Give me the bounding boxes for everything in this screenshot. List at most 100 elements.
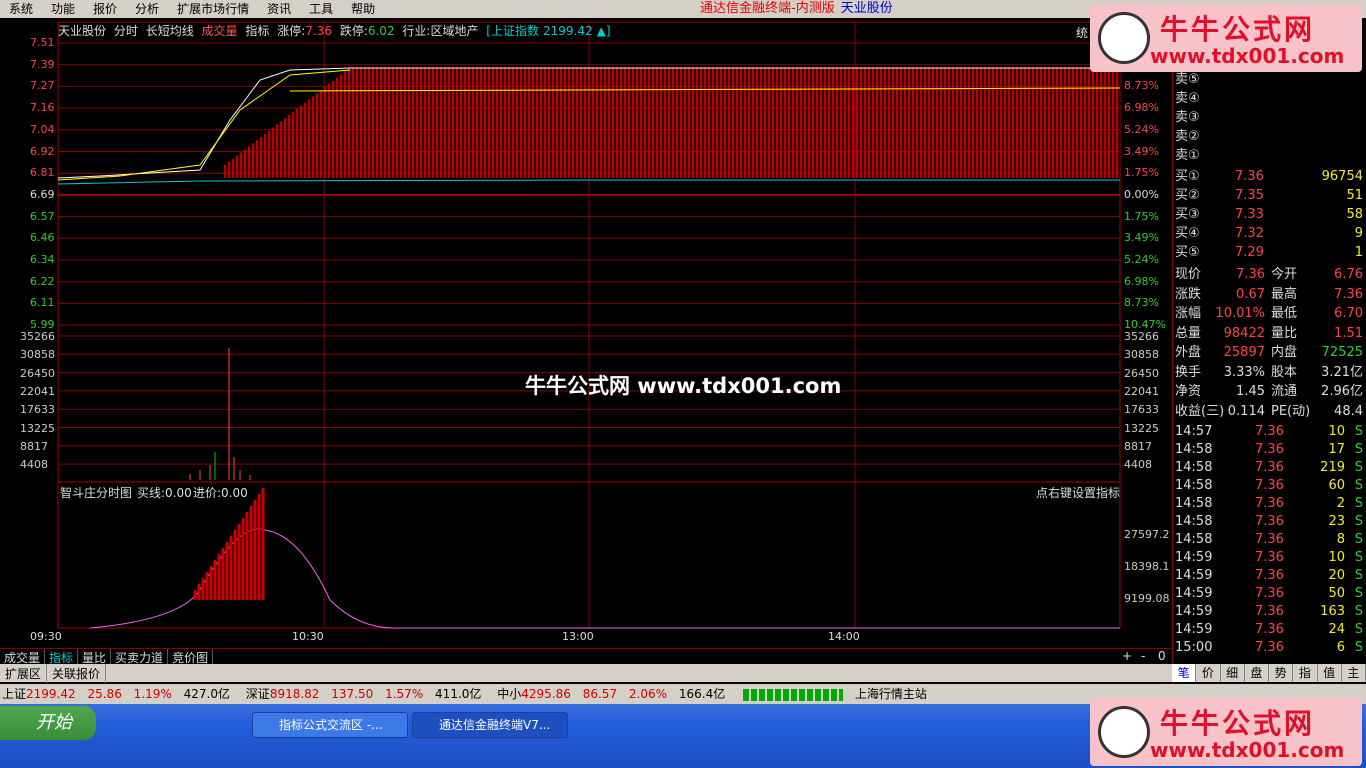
side-tab-4[interactable]: 势 xyxy=(1269,664,1294,682)
quote-label: 外盘 xyxy=(1175,345,1202,360)
tick-price: 7.36 xyxy=(1255,568,1284,583)
zoom-zero[interactable]: 0 xyxy=(1158,649,1166,663)
price-tick: 6.11 xyxy=(30,296,55,310)
buy-level-label: 买② xyxy=(1175,188,1200,203)
tick-side: S xyxy=(1354,640,1363,655)
quote-value: 0.67 xyxy=(1236,286,1265,302)
intraday-chart[interactable] xyxy=(0,0,1172,648)
tick-volume: 17 xyxy=(1328,442,1345,457)
header-item-ma[interactable]: 长短均线 xyxy=(146,24,194,38)
buy-level[interactable]: 买④ 7.32 9 xyxy=(1175,224,1365,243)
side-tab-7[interactable]: 主 xyxy=(1342,664,1366,682)
indicator-tick: 27597.2 xyxy=(1124,528,1170,541)
sh-value: 2199.42 xyxy=(26,687,76,701)
zoom-plus[interactable]: + xyxy=(1122,649,1132,663)
tick-price: 7.36 xyxy=(1255,550,1284,565)
quote-panel: 卖⑤ 卖④ 卖③ 卖② 卖① 买① 7.36 96754 买② 7.35 51 买③ 7.33 58 买④ 7… xyxy=(1172,70,1366,684)
buy-level-label: 买④ xyxy=(1175,226,1200,241)
tick-row: 14:58 7.36 219 S xyxy=(1175,458,1365,477)
indicator-title: 智斗庄分时图 xyxy=(60,486,133,500)
quote-value: 3.33% xyxy=(1223,364,1265,380)
quote-value: 7.36 xyxy=(1236,267,1265,282)
top-right-label: 统 xyxy=(1076,26,1089,40)
volume-tick-right: 4408 xyxy=(1124,458,1152,472)
tick-side: S xyxy=(1354,568,1363,583)
tick-price: 7.36 xyxy=(1255,604,1284,619)
industry-label: 行业:区域地产 xyxy=(402,24,479,38)
volume-tick-left: 35266 xyxy=(20,330,55,343)
zoom-minus[interactable]: - xyxy=(1141,649,1145,663)
header-item-indicator[interactable]: 指标 xyxy=(245,24,269,38)
tick-row: 14:58 7.36 23 S xyxy=(1175,512,1365,531)
buy-level[interactable]: 买⑤ 7.29 1 xyxy=(1175,243,1365,262)
tab-ext-0[interactable]: 扩展区 xyxy=(0,664,48,683)
tick-side: S xyxy=(1354,460,1363,475)
quote-label: 涨幅 xyxy=(1175,306,1202,321)
buy-level[interactable]: 买③ 7.33 58 xyxy=(1175,205,1365,224)
quote-value: 0.114 xyxy=(1227,403,1265,419)
indicator-hint[interactable]: 点右键设置指标 xyxy=(1036,484,1120,501)
quote-label: 最高 xyxy=(1271,286,1298,302)
side-tab-1[interactable]: 价 xyxy=(1196,664,1221,682)
buy-level-price: 7.32 xyxy=(1235,226,1264,241)
tab-ext-1[interactable]: 关联报价 xyxy=(47,664,107,683)
side-tab-2[interactable]: 细 xyxy=(1221,664,1245,682)
buy-level-price: 7.29 xyxy=(1235,245,1264,260)
task-tdx[interactable]: 通达信金融终端V7... xyxy=(412,712,568,738)
price-tick: 6.92 xyxy=(30,144,55,158)
header-item-volume[interactable]: 成交量 xyxy=(202,24,238,38)
start-button[interactable]: 开始 xyxy=(0,706,96,740)
indicator-tick: 9199.08 xyxy=(1124,592,1170,605)
buy-level[interactable]: 买① 7.36 96754 xyxy=(1175,167,1365,186)
tick-time: 14:59 xyxy=(1175,550,1213,565)
watermark-bottom: 牛牛公式网 www.tdx001.com xyxy=(1090,698,1362,766)
quote-row: 涨幅 10.01% 最低 6.70 xyxy=(1175,304,1365,323)
sh-pct: 1.19% xyxy=(133,687,172,701)
tick-time: 14:59 xyxy=(1175,622,1213,637)
tick-side: S xyxy=(1354,478,1363,493)
tick-row: 15:00 7.36 6 S xyxy=(1175,638,1365,657)
tick-time: 15:00 xyxy=(1175,640,1213,655)
price-tick: 7.04 xyxy=(30,122,55,136)
tick-side: S xyxy=(1354,424,1363,439)
buy-level[interactable]: 买② 7.35 51 xyxy=(1175,186,1365,205)
time-tick: 14:00 xyxy=(828,630,860,643)
tick-side: S xyxy=(1354,622,1363,637)
quote-label: 量比 xyxy=(1271,325,1298,341)
buy-level-price: 7.35 xyxy=(1235,188,1264,203)
tick-time: 14:58 xyxy=(1175,442,1213,457)
side-tab-5[interactable]: 指 xyxy=(1293,664,1318,682)
volume-tick-left: 13225 xyxy=(20,421,55,435)
buy-level-volume: 1 xyxy=(1354,245,1363,260)
side-tab-6[interactable]: 值 xyxy=(1318,664,1342,682)
quote-value: 48.4 xyxy=(1334,403,1363,419)
pct-tick: 1.75% xyxy=(1124,166,1159,180)
pct-tick: 3.49% xyxy=(1124,144,1159,158)
header-item-fenshi[interactable]: 分时 xyxy=(114,24,138,38)
index-value: 2199.42 xyxy=(542,24,593,38)
sell-level: 卖⑤ xyxy=(1175,70,1365,89)
quote-label: 换手 xyxy=(1175,364,1202,380)
quote-label: 今开 xyxy=(1271,267,1298,282)
center-watermark: 牛牛公式网 www.tdx001.com xyxy=(525,374,842,398)
station-label[interactable]: 上海行情主站 xyxy=(855,687,927,701)
sz-chg: 137.50 xyxy=(331,687,374,701)
quote-value: 3.21亿 xyxy=(1321,364,1363,380)
index-label: [上证指数 xyxy=(486,24,539,38)
tick-row: 14:59 7.36 10 S xyxy=(1175,548,1365,567)
volume-tick-right: 26450 xyxy=(1124,366,1159,380)
pct-tick: 8.73% xyxy=(1124,296,1159,310)
side-tab-0[interactable]: 笔 xyxy=(1172,664,1197,682)
side-tab-3[interactable]: 盘 xyxy=(1245,664,1269,682)
price-tick: 6.46 xyxy=(30,231,55,245)
tick-side: S xyxy=(1354,442,1363,457)
quote-label: 最低 xyxy=(1271,306,1298,321)
task-forum[interactable]: 指标公式交流区 -... xyxy=(252,712,408,738)
quote-row: 净资 1.45 流通 2.96亿 xyxy=(1175,382,1365,401)
pct-tick: 5.24% xyxy=(1124,122,1159,136)
volume-tick-right: 17633 xyxy=(1124,403,1159,417)
tick-time: 14:57 xyxy=(1175,424,1213,439)
quote-label: 净资 xyxy=(1175,384,1202,399)
time-tick: 09:30 xyxy=(30,630,62,643)
volume-tick-left: 8817 xyxy=(20,439,48,453)
